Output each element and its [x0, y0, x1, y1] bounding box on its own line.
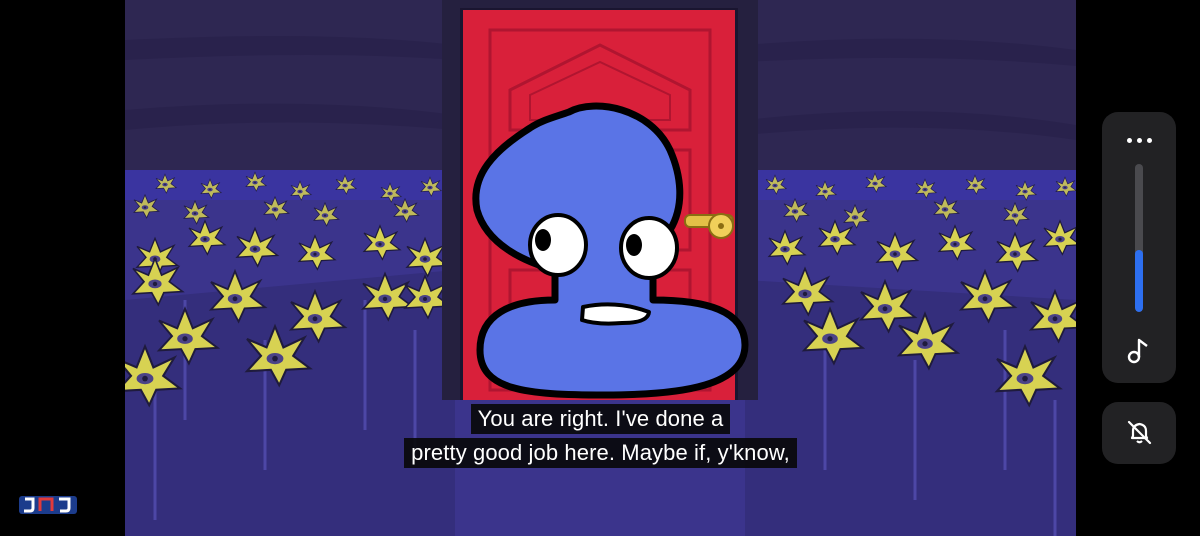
mute-button[interactable]	[1102, 402, 1176, 464]
bell-off-icon	[1127, 420, 1152, 445]
subtitles: You are right. I've done a pretty good j…	[125, 404, 1076, 468]
subtitle-line-2: pretty good job here. Maybe if, y'know,	[404, 438, 797, 468]
volume-slider-fill	[1135, 249, 1143, 312]
volume-panel	[1102, 112, 1176, 383]
subtitle-line-1: You are right. I've done a	[470, 404, 731, 434]
more-horizontal-icon[interactable]	[1102, 138, 1176, 144]
channel-logo-icon	[19, 496, 77, 514]
volume-overlay	[1102, 112, 1176, 464]
music-note-icon[interactable]	[1125, 336, 1153, 364]
volume-slider[interactable]	[1135, 164, 1143, 312]
video-player[interactable]: You are right. I've done a pretty good j…	[125, 0, 1076, 536]
